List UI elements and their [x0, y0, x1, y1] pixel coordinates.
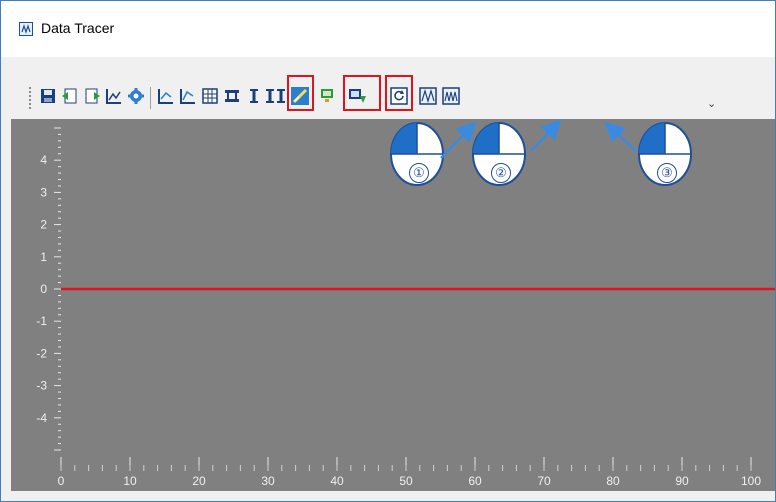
- arrow-to-refresh: [604, 121, 637, 152]
- arrow-to-connect: [440, 121, 477, 159]
- data-tracer-window: Data Tracer ⌄ 4 3 2 1 0 -1 -2 -3 -4 0 10…: [0, 0, 776, 502]
- callout-arrows: [440, 119, 637, 159]
- arrow-to-download: [530, 119, 562, 152]
